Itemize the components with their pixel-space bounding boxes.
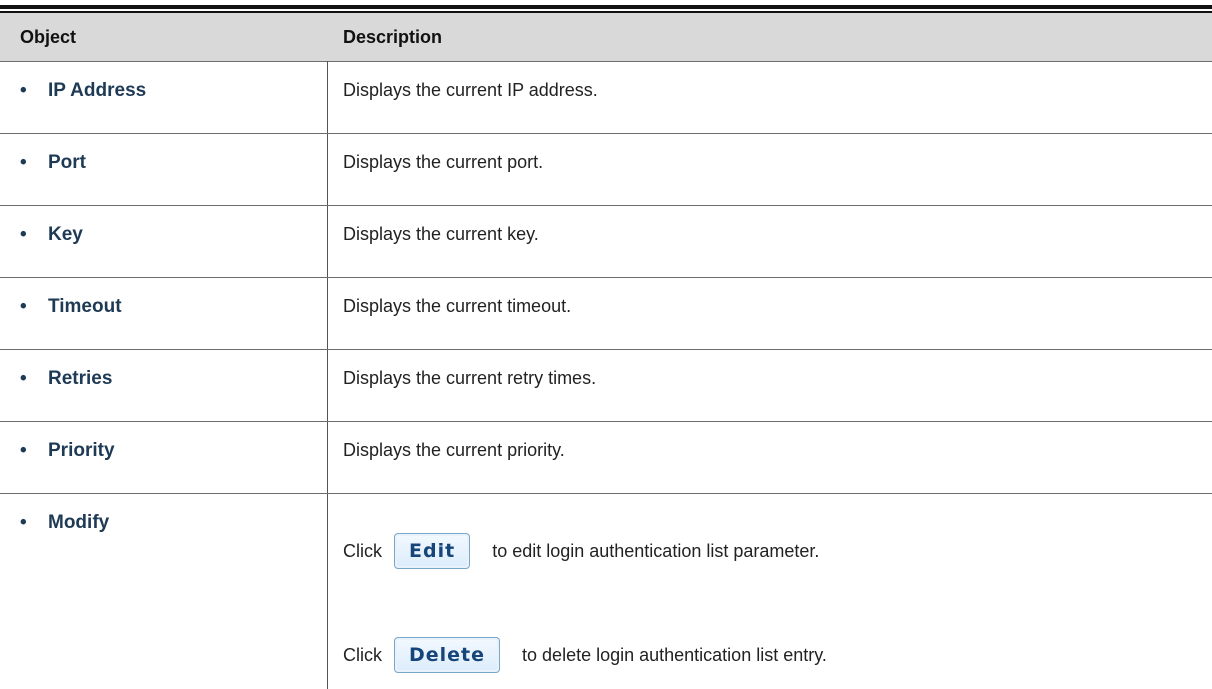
edit-instruction: Click Edit to edit login authentication …: [343, 528, 819, 574]
table-row-modify: • Modify Click Edit to edit login authent…: [0, 494, 1212, 689]
bullet-icon: •: [20, 224, 27, 245]
description-cell: Displays the current priority.: [343, 440, 565, 460]
description-cell: Displays the current timeout.: [343, 296, 572, 316]
object-cell: • Retries: [20, 368, 112, 390]
description-cell: Displays the current port.: [343, 152, 544, 172]
header-object: Object: [20, 27, 77, 47]
table-row: • Port Displays the current port.: [0, 134, 1212, 206]
header-description: Description: [343, 27, 443, 47]
object-name: Timeout: [48, 296, 122, 317]
object-name: IP Address: [48, 80, 147, 101]
object-cell: • Timeout: [20, 296, 122, 318]
description-cell: Displays the current IP address.: [343, 80, 598, 100]
edit-suffix: to edit login authentication list parame…: [492, 540, 820, 561]
object-name: Priority: [48, 440, 115, 461]
delete-button[interactable]: Delete: [394, 637, 501, 673]
object-name: Port: [48, 152, 86, 173]
object-name: Key: [48, 224, 83, 245]
edit-button[interactable]: Edit: [394, 533, 471, 569]
bullet-icon: •: [20, 440, 27, 461]
object-cell: • Priority: [20, 440, 115, 462]
delete-suffix: to delete login authentication list entr…: [522, 644, 827, 665]
table-top-rule: [0, 5, 1212, 9]
object-cell: • Key: [20, 224, 83, 246]
object-name: Retries: [48, 368, 113, 389]
description-cell: Displays the current key.: [343, 224, 539, 244]
table-row: • Priority Displays the current priority.: [0, 422, 1212, 494]
object-name: Modify: [48, 512, 110, 533]
bullet-icon: •: [20, 512, 27, 533]
object-cell: • IP Address: [20, 80, 146, 102]
bullet-icon: •: [20, 80, 27, 101]
bullet-icon: •: [20, 368, 27, 389]
bullet-icon: •: [20, 152, 27, 173]
table-row: • Key Displays the current key.: [0, 206, 1212, 278]
table-header: Object Description: [0, 13, 1212, 62]
delete-prefix: Click: [343, 644, 382, 665]
delete-instruction: Click Delete to delete login authenticat…: [343, 632, 827, 678]
table-row: • IP Address Displays the current IP addr…: [0, 62, 1212, 134]
bullet-icon: •: [20, 296, 27, 317]
object-cell: • Modify: [20, 512, 109, 534]
edit-prefix: Click: [343, 540, 382, 561]
table-row: • Retries Displays the current retry time…: [0, 350, 1212, 422]
description-cell: Displays the current retry times.: [343, 368, 597, 388]
object-cell: • Port: [20, 152, 86, 174]
table-row: • Timeout Displays the current timeout.: [0, 278, 1212, 350]
